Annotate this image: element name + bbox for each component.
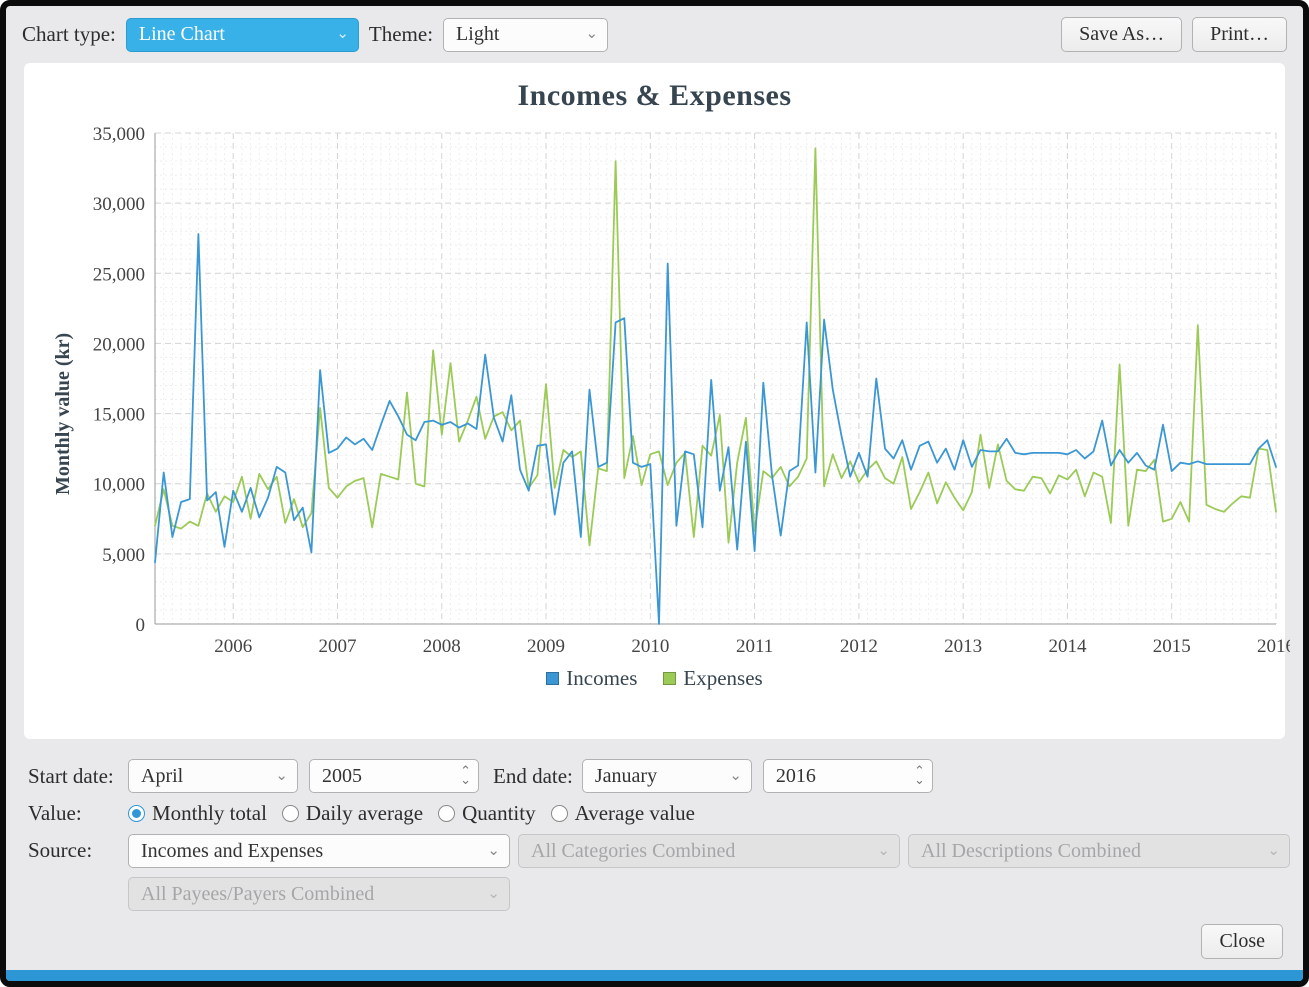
radio-button-icon [128,805,145,822]
source-descriptions-value: All Descriptions Combined [921,840,1141,863]
spin-down-icon[interactable]: ⌄ [914,776,925,785]
radio-button-icon [438,805,455,822]
end-month-select[interactable]: January ⌄ [582,759,752,793]
date-range-row: Start date: April ⌄ 2005 ⌃ ⌄ End date: J… [28,759,1281,793]
chart-type-value: Line Chart [139,23,225,46]
radio-label: Average value [575,801,695,826]
source-label: Source: [28,834,128,863]
save-as-button[interactable]: Save As… [1061,17,1182,52]
source-categories-value: All Categories Combined [531,840,735,863]
report-controls: Start date: April ⌄ 2005 ⌃ ⌄ End date: J… [6,739,1303,911]
svg-text:2011: 2011 [736,636,773,657]
svg-text:10,000: 10,000 [93,475,145,496]
svg-text:30,000: 30,000 [93,194,145,215]
theme-value: Light [456,23,499,46]
theme-select[interactable]: Light ⌄ [443,18,608,52]
chart-title: Incomes & Expenses [24,79,1285,113]
start-year-value: 2005 [322,765,362,788]
chart-type-select[interactable]: Line Chart ⌄ [126,18,359,52]
source-descriptions-select: All Descriptions Combined ⌄ [908,834,1290,868]
spin-down-icon[interactable]: ⌄ [460,776,471,785]
end-year-spinner[interactable]: 2016 ⌃ ⌄ [763,759,933,793]
svg-text:2008: 2008 [423,636,461,657]
svg-text:2016: 2016 [1257,636,1290,657]
chevron-down-icon: ⌄ [1267,844,1280,859]
start-month-value: April [141,765,183,788]
source-payees-select: All Payees/Payers Combined ⌄ [128,877,510,911]
print-button[interactable]: Print… [1192,17,1287,52]
svg-text:20,000: 20,000 [93,334,145,355]
chevron-down-icon: ⌄ [487,844,500,859]
toolbar: Chart type: Line Chart ⌄ Theme: Light ⌄ … [6,6,1303,61]
chevron-down-icon: ⌄ [487,887,500,902]
radio-label: Quantity [462,801,536,826]
svg-text:25,000: 25,000 [93,264,145,285]
chevron-down-icon: ⌄ [336,27,349,42]
window-bottom-accent [6,970,1303,981]
radio-label: Daily average [306,801,423,826]
start-year-spinner[interactable]: 2005 ⌃ ⌄ [309,759,479,793]
svg-text:2013: 2013 [944,636,982,657]
svg-text:2009: 2009 [527,636,565,657]
chevron-down-icon: ⌄ [729,769,742,784]
source-type-select[interactable]: Incomes and Expenses ⌄ [128,834,510,868]
source-payees-value: All Payees/Payers Combined [141,883,374,906]
value-label: Value: [28,801,128,826]
radio-average-value[interactable]: Average value [551,801,695,826]
radio-quantity[interactable]: Quantity [438,801,536,826]
chevron-down-icon: ⌄ [585,27,598,42]
svg-text:2010: 2010 [631,636,669,657]
svg-text:2007: 2007 [318,636,356,657]
theme-label: Theme: [369,22,433,47]
chevron-down-icon: ⌄ [275,769,288,784]
report-chart-dialog: Chart type: Line Chart ⌄ Theme: Light ⌄ … [0,0,1309,987]
chart-panel: Incomes & Expenses Monthly value (kr) 0 5… [24,63,1285,739]
svg-text:5,000: 5,000 [102,545,145,566]
incomes-swatch-icon [546,672,559,685]
source-row: Source: Incomes and Expenses ⌄ All Categ… [28,834,1281,911]
line-chart: 0 5,000 10,000 15,000 20,000 25,000 30,000 35,0… [50,119,1290,659]
radio-monthly-total[interactable]: Monthly total [128,801,267,826]
chart-legend: Incomes Expenses [24,666,1285,691]
svg-text:2014: 2014 [1048,636,1087,657]
legend-label-expenses: Expenses [683,666,762,691]
source-categories-select: All Categories Combined ⌄ [518,834,900,868]
y-axis-label: Monthly value (kr) [52,333,75,495]
radio-daily-average[interactable]: Daily average [282,801,423,826]
chevron-down-icon: ⌄ [877,844,890,859]
legend-label-incomes: Incomes [566,666,637,691]
legend-item-incomes: Incomes [546,666,637,691]
spinner-arrows[interactable]: ⌃ ⌄ [460,767,471,785]
source-type-value: Incomes and Expenses [141,840,323,863]
svg-text:2015: 2015 [1153,636,1191,657]
end-date-label: End date: [493,764,573,789]
svg-text:15,000: 15,000 [93,405,145,426]
radio-label: Monthly total [152,801,267,826]
radio-button-icon [282,805,299,822]
svg-text:2012: 2012 [840,636,878,657]
spinner-arrows[interactable]: ⌃ ⌄ [914,767,925,785]
legend-item-expenses: Expenses [663,666,762,691]
chart-canvas: 0 5,000 10,000 15,000 20,000 25,000 30,000 35,0… [50,119,1285,664]
close-button[interactable]: Close [1201,924,1283,959]
value-row: Value: Monthly total Daily average Quant… [28,801,1281,826]
expenses-swatch-icon [663,672,676,685]
svg-text:0: 0 [136,615,146,636]
chart-type-label: Chart type: [22,22,116,47]
svg-text:35,000: 35,000 [93,124,145,145]
radio-button-icon [551,805,568,822]
svg-text:2006: 2006 [214,636,252,657]
start-month-select[interactable]: April ⌄ [128,759,298,793]
end-year-value: 2016 [776,765,816,788]
end-month-value: January [595,765,657,788]
start-date-label: Start date: [28,764,128,789]
